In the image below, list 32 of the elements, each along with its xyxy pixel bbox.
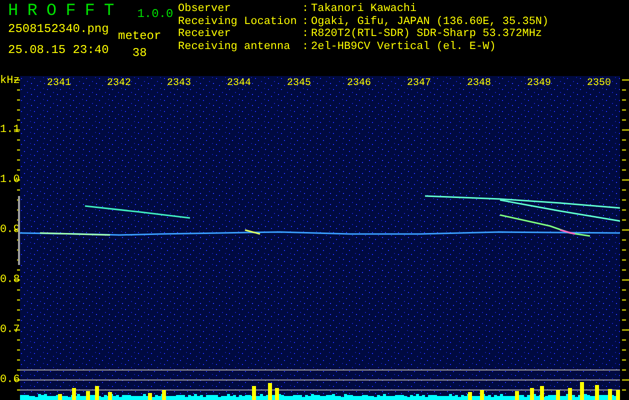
version-label: 1.0.0 — [137, 8, 174, 20]
time-label: 2346 — [346, 78, 371, 90]
time-label: 2343 — [166, 78, 191, 90]
meteor-count-label: meteor — [118, 30, 162, 42]
info-value: R820T2(RTL-SDR) SDR-Sharp 53.372MHz — [311, 28, 542, 40]
frequency-label: 0.7 — [0, 324, 20, 336]
info-separator: : — [302, 28, 310, 40]
time-label: 2347 — [406, 78, 431, 90]
info-value: 2el-HB9CV Vertical (el. E-W) — [311, 40, 496, 53]
meteor-count: 38 — [132, 46, 147, 59]
time-label: 2341 — [46, 78, 71, 90]
datetime-label: 25.08.15 23:40 — [8, 44, 110, 56]
info-separator: : — [302, 16, 310, 28]
filename-label: 2508152340.png — [8, 23, 110, 36]
info-label: Observer — [178, 3, 232, 16]
time-label: 2349 — [526, 78, 551, 90]
marker-line-icon — [18, 196, 20, 265]
info-label: Receiver — [178, 28, 232, 40]
info-label: Receiving antenna — [178, 40, 292, 53]
time-label: 2344 — [226, 78, 251, 90]
info-value: Ogaki, Gifu, JAPAN (136.60E, 35.35N) — [311, 16, 549, 28]
time-label: 2342 — [106, 78, 131, 90]
time-label: 2345 — [286, 78, 311, 90]
info-separator: : — [302, 40, 310, 53]
frequency-label: 1.1 — [0, 124, 20, 136]
unit-label: kHz — [0, 75, 20, 88]
info-separator: : — [302, 3, 310, 16]
info-value: Takanori Kawachi — [311, 3, 417, 16]
time-label: 2350 — [586, 78, 611, 90]
app-logo: HROFFT — [8, 3, 124, 20]
info-label: Receiving Location — [178, 16, 298, 28]
time-label: 2348 — [466, 78, 491, 90]
